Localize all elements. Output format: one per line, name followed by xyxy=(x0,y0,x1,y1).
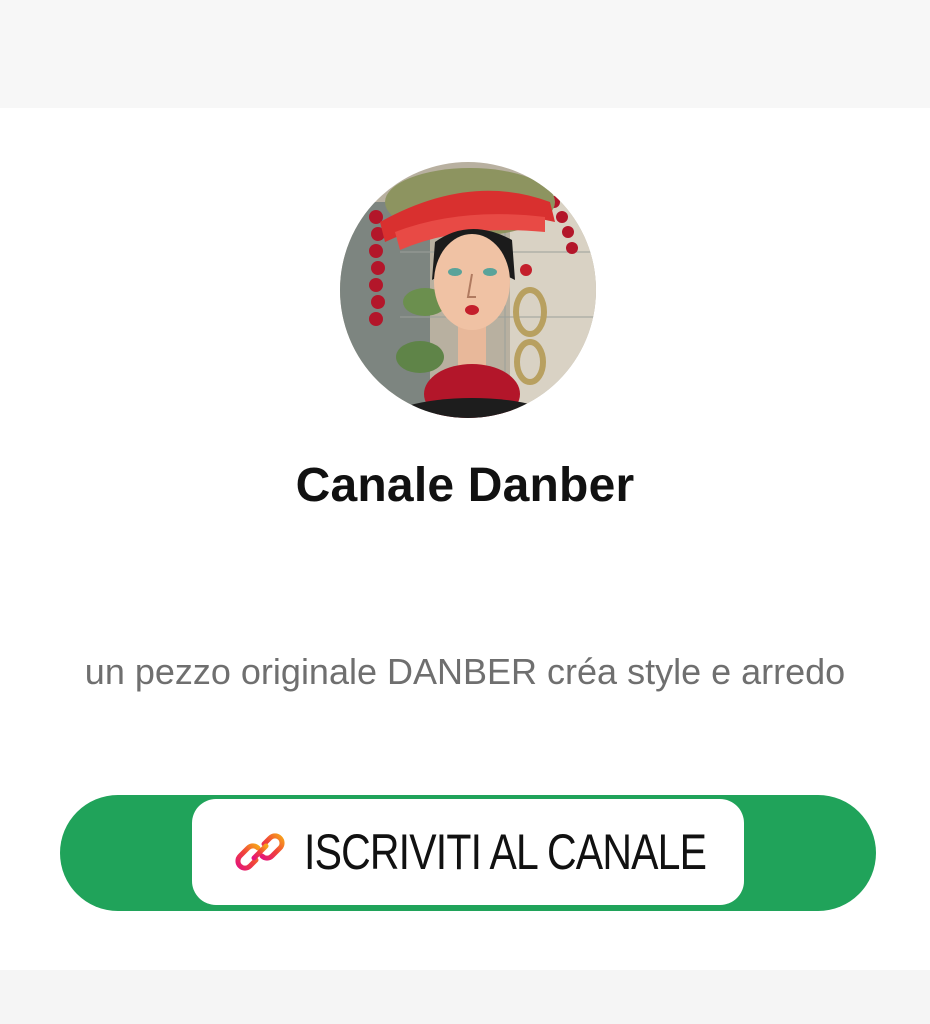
channel-page: Canale Danber un pezzo originale DANBER … xyxy=(0,0,930,1024)
channel-avatar[interactable] xyxy=(340,162,596,418)
painted-portrait-avatar-icon xyxy=(340,162,596,418)
channel-name: Canale Danber xyxy=(295,459,635,512)
subscribe-label: ISCRIVITI AL CANALE xyxy=(304,824,707,880)
link-icon xyxy=(232,824,288,880)
bottom-background xyxy=(0,970,930,1024)
channel-description: un pezzo originale DANBER créa style e a… xyxy=(84,651,846,692)
top-background xyxy=(0,0,930,108)
subscribe-button[interactable]: ISCRIVITI AL CANALE xyxy=(192,799,744,905)
